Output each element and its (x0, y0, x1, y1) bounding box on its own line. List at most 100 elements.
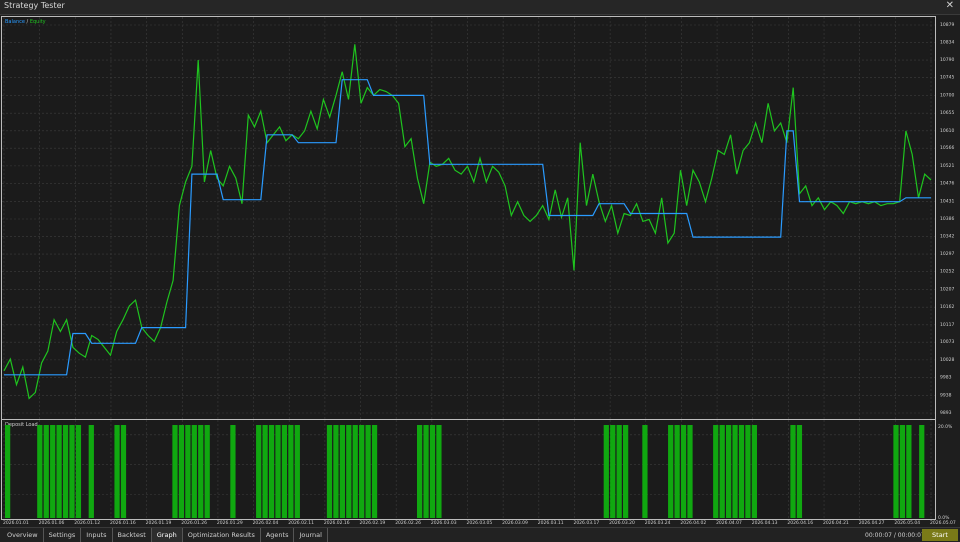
load-bar (56, 425, 62, 518)
start-button[interactable]: Start (922, 529, 958, 541)
load-bar (339, 425, 345, 518)
load-bar (751, 425, 757, 518)
y-tick-label: 10252 (940, 269, 954, 275)
load-bar (275, 425, 281, 518)
load-bar (719, 425, 725, 518)
load-bar (713, 425, 719, 518)
load-bar (687, 425, 693, 518)
load-bar (346, 425, 352, 518)
load-bar (623, 425, 629, 518)
load-bar (62, 425, 69, 518)
x-tick-label: 2026.03.09 (502, 520, 528, 526)
x-tick-label: 2026.01.29 (217, 520, 243, 526)
x-tick-label: 2026.04.21 (823, 520, 849, 526)
tab-bar: Overview Settings Inputs Backtest Graph Optim… (2, 528, 328, 542)
y-tick-label: 10610 (940, 128, 954, 134)
x-tick-label: 2026.04.02 (680, 520, 706, 526)
load-bar (616, 425, 622, 518)
load-bar (899, 425, 906, 518)
x-tick-label: 2026.02.04 (253, 520, 279, 526)
y-tick-label: 10700 (940, 92, 954, 98)
x-tick-label: 2026.01.26 (181, 520, 207, 526)
x-tick-label: 2026.02.11 (288, 520, 314, 526)
y-tick-label: 10431 (940, 198, 954, 204)
x-tick-label: 2026.03.03 (431, 520, 457, 526)
x-tick-label: 2026.03.20 (609, 520, 635, 526)
load-bar (919, 425, 925, 518)
load-bar (5, 425, 11, 518)
elapsed-timer: 00:00:07 / 00:00:07 (865, 532, 925, 539)
y-tick-label: 9983 (940, 375, 952, 381)
load-bar (75, 425, 82, 518)
y-tick-label: 9893 (940, 410, 952, 416)
y-tick-label: 9938 (940, 392, 952, 398)
load-bar (262, 425, 268, 518)
load-bar (790, 425, 796, 518)
tab-inputs[interactable]: Inputs (81, 528, 113, 542)
x-tick-label: 2026.02.16 (324, 520, 350, 526)
load-tick-label: 20.0% (938, 424, 953, 430)
load-bar (172, 425, 178, 518)
y-tick-label: 10386 (940, 216, 954, 222)
load-bar (333, 425, 339, 518)
y-tick-label: 10879 (940, 22, 954, 28)
main-grid (2, 17, 935, 419)
load-bar (37, 425, 43, 518)
x-tick-label: 2026.04.13 (752, 520, 778, 526)
x-tick-label: 2026.04.27 (859, 520, 885, 526)
load-bar (732, 425, 738, 518)
tab-overview[interactable]: Overview (2, 528, 44, 542)
y-tick-label: 10297 (940, 251, 954, 257)
load-bar (893, 425, 899, 518)
x-tick-label: 2026.05.07 (930, 520, 956, 526)
tab-settings[interactable]: Settings (44, 528, 82, 542)
y-tick-label: 10342 (940, 233, 954, 239)
load-bar (352, 425, 358, 518)
close-icon[interactable]: ✕ (946, 0, 954, 11)
load-bar (436, 425, 442, 518)
load-bar (423, 425, 429, 518)
y-tick-label: 10028 (940, 357, 954, 363)
balance-equity-chart: Balance / Equity (1, 16, 936, 420)
tab-optimization-results[interactable]: Optimization Results (183, 528, 261, 542)
load-bar (603, 425, 609, 518)
load-bar (281, 425, 288, 518)
load-bar (796, 425, 803, 518)
load-bar (745, 425, 751, 518)
load-bar (43, 425, 49, 518)
y-tick-label: 10162 (940, 304, 954, 310)
x-tick-label: 2026.04.07 (716, 520, 742, 526)
load-bar (674, 425, 680, 518)
deposit-load-chart: Deposit Load (1, 419, 936, 520)
load-bar (906, 425, 912, 518)
x-tick-label: 2026.03.17 (573, 520, 599, 526)
load-bar (114, 425, 120, 518)
y-tick-label: 10655 (940, 110, 954, 116)
x-tick-label: 2026.01.01 (3, 520, 29, 526)
load-bar (256, 425, 262, 518)
load-bar (204, 425, 210, 518)
load-bar (726, 425, 732, 518)
x-tick-label: 2026.03.24 (645, 520, 671, 526)
y-tick-label: 10476 (940, 181, 954, 187)
y-tick-label: 10790 (940, 57, 954, 63)
x-tick-label: 2026.02.26 (395, 520, 421, 526)
y-tick-label: 10834 (940, 40, 954, 46)
load-bar (191, 425, 197, 518)
y-tick-label: 10566 (940, 145, 954, 151)
tab-agents[interactable]: Agents (261, 528, 295, 542)
load-bar (294, 425, 300, 518)
load-bar (359, 425, 365, 518)
y-tick-label: 10073 (940, 339, 954, 345)
load-bar (230, 425, 236, 518)
title-bar: Strategy Tester ✕ (0, 0, 960, 15)
x-tick-label: 2026.05.04 (894, 520, 920, 526)
y-tick-label: 10117 (940, 322, 954, 328)
load-bar (50, 425, 56, 518)
main-chart-svg (2, 17, 935, 419)
tab-graph[interactable]: Graph (151, 528, 183, 542)
tab-backtest[interactable]: Backtest (113, 528, 152, 542)
load-chart-svg (2, 420, 935, 519)
tab-journal[interactable]: Journal (294, 528, 328, 542)
load-bar (120, 425, 127, 518)
